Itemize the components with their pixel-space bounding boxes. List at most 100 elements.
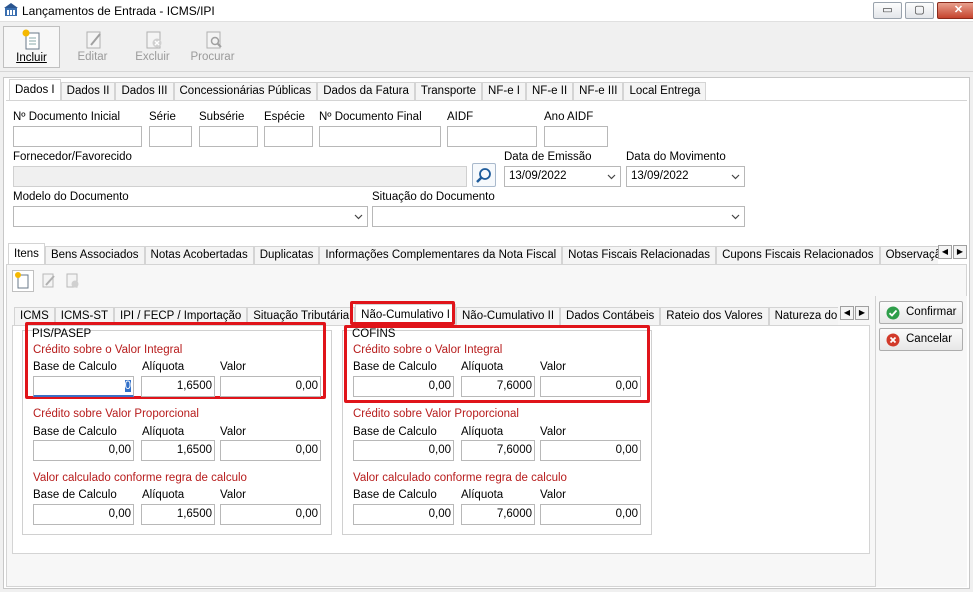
serie-label: Série [149, 111, 176, 123]
tab-itens[interactable]: Itens [8, 243, 45, 264]
excluir-button[interactable]: Excluir [124, 26, 181, 68]
situacao-label: Situação do Documento [372, 191, 495, 203]
tab-nfe-i[interactable]: NF-e I [482, 82, 526, 100]
delete-document-icon [146, 31, 161, 49]
situacao-select[interactable] [372, 206, 745, 227]
item-add-button[interactable] [12, 270, 34, 292]
cofins-integral-base-label: Base de Calculo [353, 361, 437, 373]
delete-item-icon [66, 273, 79, 288]
tab-concessionarias[interactable]: Concessionárias Públicas [173, 82, 318, 100]
aidf-input[interactable] [447, 126, 537, 147]
inner-tabs-scroll-left[interactable]: ◀ [840, 306, 854, 320]
pis-calculado-base-input[interactable]: 0,00 [33, 504, 134, 525]
tab-dados-i[interactable]: Dados I [9, 79, 61, 100]
doc-inicial-input[interactable] [13, 126, 142, 147]
fornecedor-input[interactable] [13, 166, 467, 187]
mid-tabs-scroll-left[interactable]: ◀ [938, 245, 952, 259]
pis-calculado-valor-input[interactable]: 0,00 [220, 504, 321, 525]
cofins-integral-aliquota-input[interactable]: 7,6000 [461, 376, 535, 397]
pis-calculado-valor-label: Valor [220, 489, 246, 501]
subserie-input[interactable] [199, 126, 258, 147]
pis-calculado-base-label: Base de Calculo [33, 489, 117, 501]
pis-integral-base-input[interactable]: 0 [33, 376, 134, 397]
close-button[interactable]: ✕ [937, 2, 973, 19]
search-document-icon [206, 31, 222, 49]
pis-calculado-aliquota-input[interactable]: 1,6500 [141, 504, 215, 525]
tab-info-complementares[interactable]: Informações Complementares da Nota Fisca… [319, 246, 563, 264]
cofins-calculado-base-input[interactable]: 0,00 [353, 504, 454, 525]
edit-document-icon [86, 31, 101, 49]
tab-bens-associados[interactable]: Bens Associados [44, 246, 145, 264]
maximize-button[interactable]: ▢ [905, 2, 934, 19]
cofins-calculado-aliquota-input[interactable]: 7,6000 [461, 504, 535, 525]
tab-transporte[interactable]: Transporte [414, 82, 483, 100]
pis-proporcional-base-input[interactable]: 0,00 [33, 440, 134, 461]
tab-dados-contabeis[interactable]: Dados Contábeis [560, 307, 661, 325]
cancelar-button[interactable]: Cancelar [879, 328, 963, 351]
data-movimento-picker[interactable]: 13/09/2022 [626, 166, 745, 187]
magnifier-icon [476, 168, 491, 183]
tab-nfe-iii[interactable]: NF-e III [573, 82, 624, 100]
cofins-integral-base-input[interactable]: 0,00 [353, 376, 454, 397]
pis-proporcional-aliquota-input[interactable]: 1,6500 [141, 440, 215, 461]
editar-button[interactable]: Editar [64, 26, 121, 68]
especie-input[interactable] [264, 126, 313, 147]
aidf-label: AIDF [447, 111, 474, 123]
tab-natureza[interactable]: Natureza do [768, 307, 838, 325]
cofins-proporcional-base-label: Base de Calculo [353, 426, 437, 438]
doc-inicial-label: Nº Documento Inicial [13, 111, 121, 123]
nao-cumulativo-tab-highlight [350, 301, 455, 325]
chevron-down-icon [607, 174, 616, 180]
new-item-icon [15, 272, 29, 289]
item-edit-button[interactable] [38, 270, 60, 292]
cofins-proporcional-heading: Crédito sobre Valor Proporcional [353, 408, 519, 420]
tab-duplicatas[interactable]: Duplicatas [253, 246, 320, 264]
procurar-label: Procurar [190, 51, 235, 63]
minimize-button[interactable]: ▭ [873, 2, 902, 19]
tab-cupons-relacionados[interactable]: Cupons Fiscais Relacionados [716, 246, 880, 264]
data-emissao-value: 13/09/2022 [509, 170, 567, 182]
confirmar-button[interactable]: Confirmar [879, 301, 963, 324]
toolbar: Incluir Editar Excluir Procurar [0, 22, 973, 72]
tab-dados-iii[interactable]: Dados III [115, 82, 174, 100]
mid-tabs-scroll-right[interactable]: ▶ [953, 245, 967, 259]
tab-dados-ii[interactable]: Dados II [60, 82, 116, 100]
pis-integral-valor-input[interactable]: 0,00 [220, 376, 321, 397]
doc-final-input[interactable] [319, 126, 441, 147]
cofins-proporcional-valor-input[interactable]: 0,00 [540, 440, 641, 461]
modelo-select[interactable] [13, 206, 368, 227]
data-emissao-picker[interactable]: 13/09/2022 [504, 166, 621, 187]
tab-dados-fatura[interactable]: Dados da Fatura [317, 82, 415, 100]
tab-rateio-valores[interactable]: Rateio dos Valores [660, 307, 769, 325]
ano-aidf-input[interactable] [544, 126, 608, 147]
cancelar-label: Cancelar [906, 333, 953, 345]
procurar-button[interactable]: Procurar [184, 26, 241, 68]
pis-proporcional-valor-label: Valor [220, 426, 246, 438]
data-movimento-value: 13/09/2022 [631, 170, 689, 182]
item-delete-button[interactable] [62, 270, 84, 292]
inner-tabs-scroll-right[interactable]: ▶ [855, 306, 869, 320]
cofins-integral-valor-input[interactable]: 0,00 [540, 376, 641, 397]
pis-calculado-heading: Valor calculado conforme regra de calcul… [33, 472, 247, 484]
tab-nao-cumulativo-ii[interactable]: Não-Cumulativo II [456, 307, 561, 325]
serie-input[interactable] [149, 126, 192, 147]
cofins-proporcional-base-input[interactable]: 0,00 [353, 440, 454, 461]
pis-integral-aliquota-input[interactable]: 1,6500 [141, 376, 215, 397]
cofins-calculado-aliquota-label: Alíquota [461, 489, 504, 501]
pis-integral-base-value: 0 [124, 380, 131, 392]
pis-proporcional-valor-input[interactable]: 0,00 [220, 440, 321, 461]
especie-label: Espécie [264, 111, 305, 123]
incluir-button[interactable]: Incluir [3, 26, 60, 68]
fornecedor-search-button[interactable] [472, 163, 496, 187]
mid-tab-strip: Itens Bens Associados Notas Acobertadas … [8, 243, 938, 264]
tab-notas-acobertadas[interactable]: Notas Acobertadas [144, 246, 254, 264]
cofins-calculado-valor-input[interactable]: 0,00 [540, 504, 641, 525]
doc-final-label: Nº Documento Final [319, 111, 422, 123]
tab-local-entrega[interactable]: Local Entrega [623, 82, 707, 100]
pis-integral-valor-label: Valor [220, 361, 246, 373]
chevron-down-icon [354, 214, 363, 220]
tab-nfe-ii[interactable]: NF-e II [526, 82, 574, 100]
tab-observacao[interactable]: Observaçã [879, 246, 938, 264]
tab-notas-relacionadas[interactable]: Notas Fiscais Relacionadas [562, 246, 717, 264]
cofins-proporcional-aliquota-input[interactable]: 7,6000 [461, 440, 535, 461]
